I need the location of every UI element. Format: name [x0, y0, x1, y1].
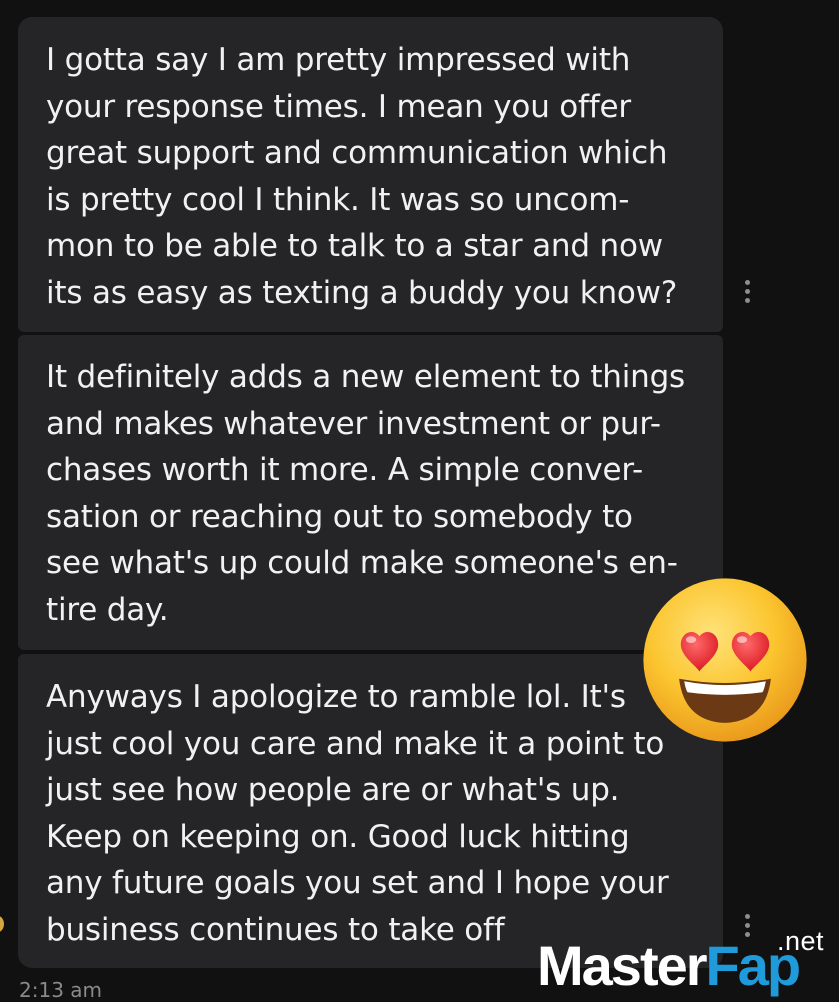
message-line: just cool you care and make it a point t… [46, 725, 665, 762]
watermark-wordmark: MasterFap [537, 934, 802, 997]
message-line: any future goals you set and I hope your [46, 865, 669, 901]
message-line: Keep on keeping on. Good luck hitting [46, 818, 630, 855]
heart-eyes-emoji-icon [643, 578, 807, 742]
message-line: sation or reaching out to somebody to [46, 498, 633, 535]
message-line: mon to be able to talk to a star and now [46, 228, 663, 264]
watermark-logo: .net MasterFap [537, 926, 837, 998]
watermark-fap: Fap [705, 934, 802, 997]
avatar-edge [0, 916, 4, 932]
message-line: Anyways I apologize to ramble lol. It's [46, 679, 626, 715]
message-line: see what's up could make someone's en- [46, 545, 678, 581]
watermark-master: Master [537, 934, 708, 997]
message-line: and makes whatever investment or pur- [46, 405, 661, 442]
message-line: just see how people are or what's up. [46, 772, 620, 808]
message-bubble[interactable]: I gotta say I am pretty impressed with y… [18, 17, 723, 332]
message-bubble[interactable]: Anyways I apologize to ramble lol. It's … [18, 654, 723, 968]
message-line: chases worth it more. A simple conver- [46, 452, 643, 488]
message-timestamp: 2:13 am [19, 978, 103, 1002]
message-line: your response times. I mean you offer [46, 88, 631, 125]
message-line: its as easy as texting a buddy you know? [46, 274, 678, 311]
message-line: is pretty cool I think. It was so uncom- [46, 181, 630, 218]
message-line: great support and communication which [46, 135, 668, 171]
more-options-icon[interactable] [738, 277, 758, 307]
message-line: It definitely adds a new element to thin… [46, 359, 686, 395]
message-line: tire day. [46, 591, 169, 628]
message-bubble[interactable]: It definitely adds a new element to thin… [18, 335, 723, 650]
message-line: I gotta say I am pretty impressed with [46, 42, 631, 78]
